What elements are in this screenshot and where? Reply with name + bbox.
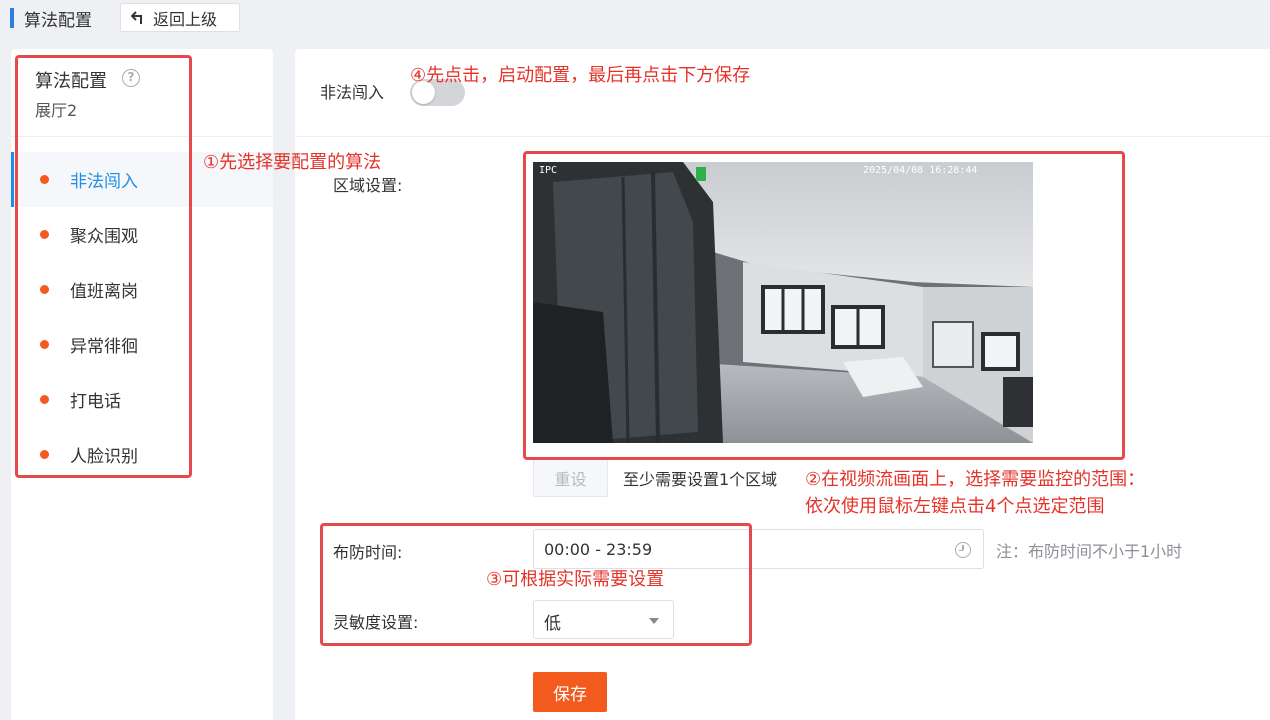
annotation-step2-line2: 依次使用鼠标左键点击4个点选定范围 — [805, 496, 1105, 517]
panel-divider — [295, 136, 1270, 137]
page-title: 算法配置 — [24, 11, 92, 31]
region-label: 区域设置: — [333, 176, 403, 195]
clock-icon — [955, 542, 971, 558]
annotation-step3: ③可根据实际需要设置 — [486, 569, 665, 590]
top-bar: 算法配置 返回上级 — [0, 0, 1270, 36]
save-button[interactable]: 保存 — [533, 672, 607, 712]
toggle-label: 非法闯入 — [320, 83, 385, 102]
annotation-step4: ④先点击，启动配置，最后再点击下方保存 — [410, 65, 751, 86]
schedule-note: 注：布防时间不小于1小时 — [996, 542, 1183, 561]
return-arrow-icon — [131, 10, 142, 24]
annotation-step2-line1: ②在视频流画面上，选择需要监控的范围： — [805, 469, 1146, 490]
back-button[interactable]: 返回上级 — [120, 3, 240, 32]
annotation-step1: ①先选择要配置的算法 — [203, 152, 382, 173]
title-accent-bar — [10, 8, 14, 28]
reset-button[interactable]: 重设 — [533, 458, 608, 497]
annotation-box-video — [523, 151, 1125, 460]
region-hint: 至少需要设置1个区域 — [623, 470, 778, 489]
back-button-label: 返回上级 — [153, 9, 218, 29]
annotation-box-algorithm-list — [15, 55, 192, 478]
